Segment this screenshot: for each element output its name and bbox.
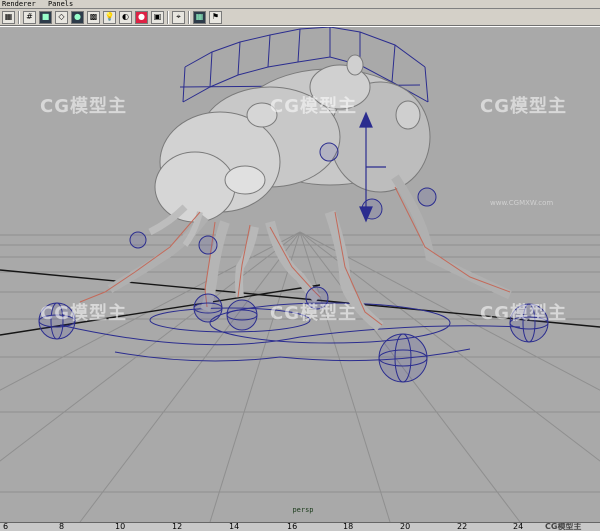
perspective-viewport[interactable]: CG模型主 CG模型主 CG模型主 CG模型主 CG模型主 CG模型主 www.… xyxy=(0,27,600,522)
menu-bar: Renderer Panels xyxy=(0,0,600,9)
watermark: CG模型主 xyxy=(40,303,127,324)
select-icon[interactable]: ⌖ xyxy=(172,10,185,24)
light-icon[interactable]: 💡 xyxy=(103,10,116,24)
toolbar-separator xyxy=(188,10,190,24)
render-icon[interactable]: ● xyxy=(135,10,148,24)
menu-panels[interactable]: Panels xyxy=(48,0,73,8)
watermark: CG模型主 xyxy=(270,303,357,324)
camera-icon[interactable]: ■ xyxy=(39,10,52,24)
watermark: CG模型主 xyxy=(480,96,567,117)
watermark-url: www.CGMXW.com xyxy=(490,199,554,207)
shadow-icon[interactable]: ◐ xyxy=(119,10,132,24)
panel-layout-icon[interactable]: ▦ xyxy=(2,10,15,24)
watermark: CG模型主 xyxy=(480,303,567,324)
watermark: CG模型主 xyxy=(40,96,127,117)
toolbar-separator xyxy=(167,10,169,24)
wireframe-icon[interactable]: ◇ xyxy=(55,10,68,24)
smooth-shade-icon[interactable]: ● xyxy=(71,10,84,24)
texture-icon[interactable]: ▩ xyxy=(87,10,100,24)
panel-toolbar: ▦ # ■ ◇ ● ▩ 💡 ◐ ● ▣ ⌖ ▦ ⚑ xyxy=(0,9,600,26)
hud-icon[interactable]: ⚑ xyxy=(209,10,222,24)
toolbar-separator xyxy=(18,10,20,24)
menu-renderer[interactable]: Renderer xyxy=(2,0,36,8)
grid-icon[interactable]: # xyxy=(23,10,36,24)
isolate-icon[interactable]: ▣ xyxy=(151,10,164,24)
watermark: CG模型主 xyxy=(270,96,357,117)
resolution-gate-icon[interactable]: ▦ xyxy=(193,10,206,24)
camera-label: persp xyxy=(292,506,314,514)
